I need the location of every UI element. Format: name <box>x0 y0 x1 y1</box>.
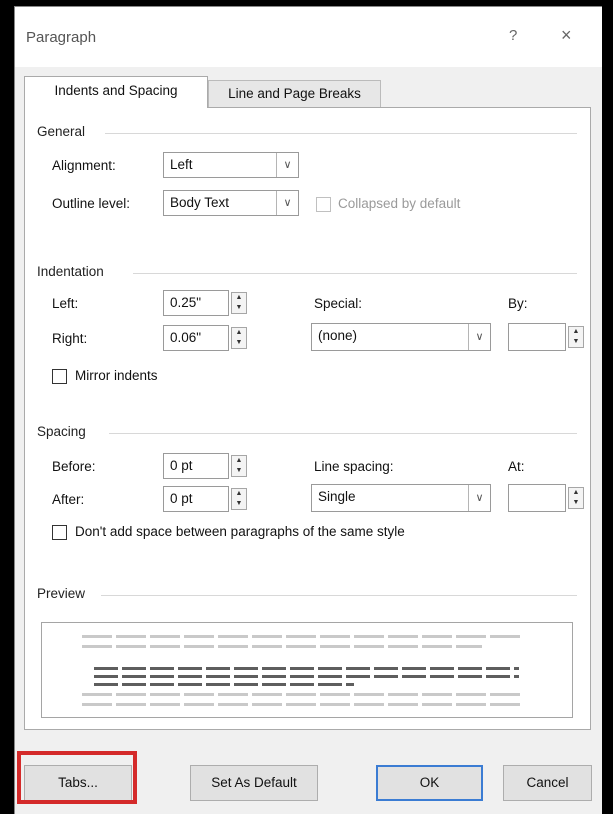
ok-button[interactable]: OK <box>376 765 483 801</box>
dialog-title: Paragraph <box>26 29 97 46</box>
mirror-indents-label: Mirror indents <box>75 368 158 383</box>
special-value: (none) <box>318 328 358 343</box>
dont-add-space-label: Don't add space between paragraphs of th… <box>75 524 405 539</box>
spacing-after-input[interactable]: 0 pt <box>163 486 229 512</box>
special-select[interactable]: (none) ∨ <box>311 323 491 351</box>
preview-sample-line <box>94 683 354 686</box>
at-label: At: <box>508 459 525 474</box>
spinner-icon[interactable]: ▲ ▼ <box>231 455 247 477</box>
tab-panel: General Alignment: Left ∨ Outline level:… <box>24 107 591 730</box>
chevron-down-icon[interactable]: ∨ <box>468 485 490 511</box>
spacing-before-label: Before: <box>52 459 96 474</box>
indent-left-input[interactable]: 0.25" <box>163 290 229 316</box>
tab-indents-and-spacing[interactable]: Indents and Spacing <box>24 76 208 108</box>
tabs-button[interactable]: Tabs... <box>24 765 132 801</box>
dont-add-space-checkbox[interactable] <box>52 525 67 540</box>
set-as-default-button[interactable]: Set As Default <box>190 765 318 801</box>
spinner-icon[interactable]: ▲ ▼ <box>231 327 247 349</box>
spinner-icon[interactable]: ▲ ▼ <box>568 487 584 509</box>
at-input[interactable] <box>508 484 566 512</box>
collapsed-by-default-checkbox[interactable] <box>316 197 331 212</box>
spinner-icon[interactable]: ▲ ▼ <box>568 326 584 348</box>
collapsed-by-default-label: Collapsed by default <box>338 196 461 211</box>
preview-box <box>41 622 573 718</box>
indent-right-value: 0.06" <box>170 330 202 345</box>
by-input[interactable] <box>508 323 566 351</box>
cancel-button[interactable]: Cancel <box>503 765 592 801</box>
outline-level-select[interactable]: Body Text ∨ <box>163 190 299 216</box>
outline-level-label: Outline level: <box>52 196 131 211</box>
divider <box>101 595 577 596</box>
indent-right-label: Right: <box>52 331 88 346</box>
section-spacing: Spacing <box>37 424 86 439</box>
title-bar: Paragraph ? × <box>15 7 602 67</box>
divider <box>105 133 577 134</box>
by-label: By: <box>508 296 528 311</box>
divider <box>109 433 577 434</box>
help-icon[interactable]: ? <box>509 27 517 44</box>
spacing-before-value: 0 pt <box>170 458 193 473</box>
chevron-down-icon[interactable]: ∨ <box>468 324 490 350</box>
indent-left-label: Left: <box>52 296 79 311</box>
indent-right-input[interactable]: 0.06" <box>163 325 229 351</box>
spacing-before-input[interactable]: 0 pt <box>163 453 229 479</box>
spacing-after-label: After: <box>52 492 85 507</box>
chevron-down-icon[interactable]: ∨ <box>276 191 298 215</box>
section-indentation: Indentation <box>37 264 104 279</box>
paragraph-dialog: Paragraph ? × Indents and Spacing Line a… <box>14 6 602 814</box>
spinner-icon[interactable]: ▲ ▼ <box>231 488 247 510</box>
close-icon[interactable]: × <box>561 25 572 46</box>
special-label: Special: <box>314 296 363 311</box>
alignment-select[interactable]: Left ∨ <box>163 152 299 178</box>
section-preview: Preview <box>37 586 86 601</box>
tab-line-and-page-breaks[interactable]: Line and Page Breaks <box>208 80 381 108</box>
chevron-down-icon[interactable]: ∨ <box>276 153 298 177</box>
alignment-value: Left <box>170 157 193 172</box>
preview-following-line <box>82 693 522 696</box>
mirror-indents-checkbox[interactable] <box>52 369 67 384</box>
preview-previous-line <box>82 635 522 638</box>
preview-previous-line <box>82 645 482 648</box>
divider <box>133 273 577 274</box>
alignment-label: Alignment: <box>52 158 116 173</box>
spacing-after-value: 0 pt <box>170 491 193 506</box>
preview-sample-line <box>94 667 519 670</box>
section-general: General <box>37 124 86 139</box>
preview-following-line <box>82 703 522 706</box>
spinner-icon[interactable]: ▲ ▼ <box>231 292 247 314</box>
preview-sample-line <box>94 675 519 678</box>
line-spacing-value: Single <box>318 489 356 504</box>
line-spacing-label: Line spacing: <box>314 459 394 474</box>
outline-level-value: Body Text <box>170 195 230 210</box>
line-spacing-select[interactable]: Single ∨ <box>311 484 491 512</box>
indent-left-value: 0.25" <box>170 295 202 310</box>
